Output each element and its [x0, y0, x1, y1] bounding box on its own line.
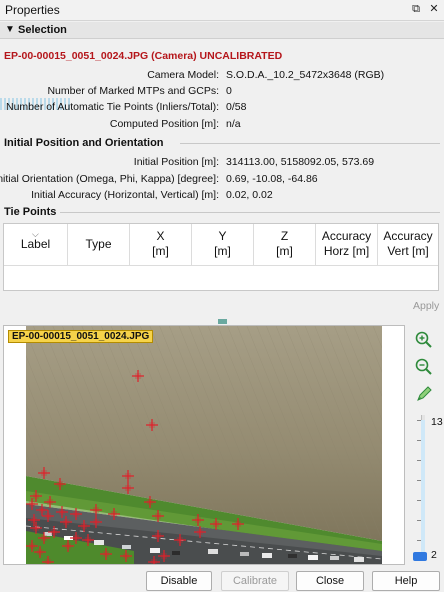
- sort-indicator-icon: ⌵: [32, 229, 39, 239]
- initial-position-label: Initial Position [m]:: [133, 156, 219, 168]
- camera-model-label: Camera Model:: [147, 69, 219, 81]
- column-header-x[interactable]: X [m]: [130, 224, 192, 266]
- initial-accuracy-row: Initial Accuracy (Horizontal, Vertical) …: [0, 189, 219, 203]
- slider-tick: [417, 420, 421, 421]
- slider-tick: [417, 520, 421, 521]
- initial-position-value: 314113.00, 5158092.05, 573.69: [226, 156, 375, 168]
- aerial-image: [4, 326, 404, 564]
- initial-divider: [180, 143, 440, 144]
- zoom-in-icon[interactable]: [414, 330, 434, 350]
- tie-points-table[interactable]: ⌵ Label Type X [m] Y [m] Z [m] Accuracy …: [3, 223, 439, 291]
- tie-points-count-label: Number of Automatic Tie Points (Inliers/…: [6, 101, 219, 113]
- slider-min-label: 2: [431, 549, 437, 561]
- tie-points-header: Tie Points: [4, 206, 57, 218]
- column-header-type[interactable]: Type: [68, 224, 130, 266]
- camera-model-row: Camera Model:: [0, 69, 219, 83]
- disable-button[interactable]: Disable: [146, 571, 212, 591]
- apply-button[interactable]: Apply: [413, 300, 439, 312]
- image-viewer[interactable]: EP-00-00015_0051_0024.JPG: [3, 325, 405, 565]
- slider-tick: [417, 460, 421, 461]
- camera-model-value: S.O.D.A._10.2_5472x3648 (RGB): [226, 69, 385, 81]
- slider-tick: [417, 540, 421, 541]
- computed-position-value: n/a: [226, 118, 241, 130]
- initial-orientation-row: Initial Orientation (Omega, Phi, Kappa) …: [0, 173, 219, 187]
- tie-points-count-value: 0/58: [226, 101, 247, 113]
- close-icon[interactable]: ✕: [427, 2, 441, 16]
- help-button[interactable]: Help: [372, 571, 440, 591]
- tie-points-divider: [60, 212, 440, 213]
- zoom-out-icon[interactable]: [414, 357, 434, 377]
- initial-orientation-value: 0.69, -10.08, -64.86: [226, 173, 318, 185]
- collapse-triangle-icon[interactable]: ▼: [5, 24, 15, 35]
- column-header-accuracy-vert[interactable]: Accuracy Vert [m]: [378, 224, 438, 266]
- initial-accuracy-label: Initial Accuracy (Horizontal, Vertical) …: [31, 189, 219, 201]
- column-header-y[interactable]: Y [m]: [192, 224, 254, 266]
- selection-section-header[interactable]: ▼ Selection: [0, 22, 444, 39]
- slider-tick: [417, 500, 421, 501]
- tie-points-count-row: Number of Automatic Tie Points (Inliers/…: [0, 101, 219, 115]
- window-title: Properties: [5, 3, 60, 17]
- image-filename-label: EP-00-00015_0051_0024.JPG: [8, 330, 154, 343]
- pencil-icon[interactable]: [414, 384, 434, 404]
- splitter-handle[interactable]: [218, 319, 227, 324]
- computed-position-label: Computed Position [m]:: [109, 118, 219, 130]
- camera-title: EP-00-00015_0051_0024.JPG (Camera) UNCAL…: [4, 50, 283, 62]
- close-button[interactable]: Close: [296, 571, 364, 591]
- float-icon[interactable]: ⧉: [409, 2, 423, 16]
- button-bar: Disable Calibrate Close Help: [0, 568, 444, 592]
- column-header-z[interactable]: Z [m]: [254, 224, 316, 266]
- calibrate-button[interactable]: Calibrate: [221, 571, 289, 591]
- slider-tick: [417, 440, 421, 441]
- slider-tick: [417, 480, 421, 481]
- column-header-label[interactable]: ⌵ Label: [4, 224, 68, 266]
- zoom-slider-handle[interactable]: [413, 552, 427, 561]
- initial-position-row: Initial Position [m]:: [0, 156, 219, 170]
- computed-position-row: Computed Position [m]:: [0, 118, 219, 132]
- zoom-slider-fill: [421, 420, 425, 560]
- marked-mtps-row: Number of Marked MTPs and GCPs:: [0, 85, 219, 99]
- initial-position-header: Initial Position and Orientation: [4, 137, 164, 149]
- marked-mtps-value: 0: [226, 85, 232, 97]
- selection-header-label: Selection: [18, 24, 67, 36]
- initial-orientation-label: Initial Orientation (Omega, Phi, Kappa) …: [0, 173, 219, 185]
- title-bar: Properties ⧉ ✕: [0, 0, 444, 21]
- initial-accuracy-value: 0.02, 0.02: [226, 189, 273, 201]
- column-header-accuracy-horz[interactable]: Accuracy Horz [m]: [316, 224, 378, 266]
- marked-mtps-label: Number of Marked MTPs and GCPs:: [47, 85, 219, 97]
- slider-max-label: 13: [431, 416, 443, 428]
